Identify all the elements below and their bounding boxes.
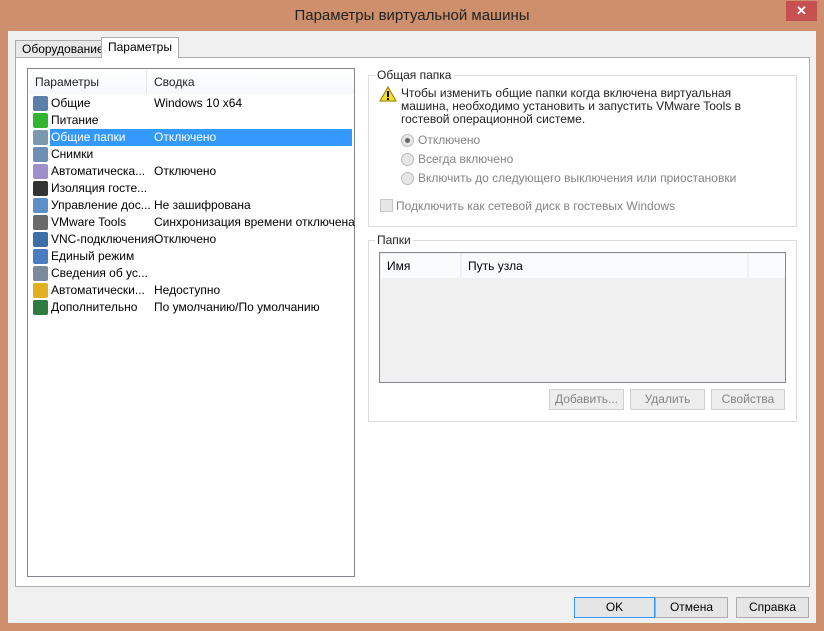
item-summary: Windows 10 x64 bbox=[154, 96, 243, 110]
column-header-host-path[interactable]: Путь узла bbox=[462, 254, 748, 278]
window-title: Параметры виртуальной машины bbox=[294, 7, 530, 24]
item-summary: Не зашифрована bbox=[154, 198, 251, 212]
radio-button[interactable] bbox=[401, 153, 414, 166]
list-item[interactable]: VMware Tools Синхронизация времени отключ… bbox=[32, 214, 355, 231]
properties-button[interactable]: Свойства bbox=[711, 389, 785, 410]
list-item[interactable]: Автоматическа... Отключено bbox=[32, 163, 354, 180]
list-item[interactable]: Управление дос... Не зашифрована bbox=[32, 197, 354, 214]
vmware-icon bbox=[33, 215, 48, 230]
appliance-info-icon bbox=[33, 266, 48, 281]
item-name: Автоматическа... bbox=[51, 164, 146, 178]
column-header-settings[interactable]: Параметры bbox=[29, 70, 147, 94]
group-legend: Папки bbox=[375, 233, 413, 247]
advanced-icon bbox=[33, 300, 48, 315]
help-button[interactable]: Справка bbox=[736, 597, 809, 618]
ok-button[interactable]: OK bbox=[574, 597, 655, 618]
list-item[interactable]: Изоляция госте... bbox=[32, 180, 354, 197]
column-header-filler bbox=[749, 254, 785, 278]
settings-list[interactable]: Параметры Сводка Общие Windows 10 x64 Пита… bbox=[27, 68, 355, 577]
item-name: Изоляция госте... bbox=[51, 181, 148, 195]
monitor-icon bbox=[33, 96, 48, 111]
warning-text-line: гостевой операционной системе. bbox=[401, 112, 586, 126]
close-button[interactable]: ✕ bbox=[786, 1, 817, 21]
radio-label: Отключено bbox=[418, 133, 481, 147]
checkbox-label: Подключить как сетевой диск в гостевых W… bbox=[396, 199, 676, 213]
item-name: VNC-подключения bbox=[51, 232, 155, 246]
warning-icon bbox=[379, 86, 397, 102]
snapshot-clock-icon bbox=[33, 147, 48, 162]
item-name: Общие bbox=[51, 96, 91, 110]
list-item[interactable]: Общие Windows 10 x64 bbox=[32, 95, 354, 112]
item-name: Сведения об ус... bbox=[51, 266, 148, 280]
item-name: Дополнительно bbox=[51, 300, 138, 314]
autoprotect-icon bbox=[33, 164, 48, 179]
item-summary: По умолчанию/По умолчанию bbox=[154, 300, 320, 314]
cancel-button[interactable]: Отмена bbox=[655, 597, 728, 618]
item-name: Управление дос... bbox=[51, 198, 151, 212]
radio-label: Всегда включено bbox=[418, 152, 514, 166]
list-item[interactable]: Сведения об ус... bbox=[32, 265, 354, 282]
item-summary: Отключено bbox=[154, 130, 217, 144]
lock-icon bbox=[33, 181, 48, 196]
folder-icon bbox=[33, 130, 48, 145]
tab-hardware[interactable]: Оборудование bbox=[15, 40, 111, 57]
item-name: Снимки bbox=[51, 147, 94, 161]
list-item[interactable]: Общие папки Отключено bbox=[32, 129, 354, 146]
add-button[interactable]: Добавить... bbox=[549, 389, 624, 410]
shared-folder-group: Общая папка Чтобы изменить общие папки к… bbox=[368, 68, 797, 227]
play-icon bbox=[33, 113, 48, 128]
item-name: Общие папки bbox=[51, 130, 126, 144]
list-item[interactable]: Дополнительно По умолчанию/По умолчанию bbox=[32, 299, 354, 316]
list-item[interactable]: Единый режим bbox=[32, 248, 354, 265]
item-name: VMware Tools bbox=[51, 215, 127, 229]
item-name: Автоматически... bbox=[51, 283, 145, 297]
remove-button[interactable]: Удалить bbox=[630, 389, 705, 410]
item-summary: Синхронизация времени отключена bbox=[154, 215, 355, 229]
item-summary: Отключено bbox=[154, 164, 217, 178]
tab-options[interactable]: Параметры bbox=[101, 37, 179, 58]
list-item[interactable]: VNC-подключения Отключено bbox=[32, 231, 354, 248]
item-name: Питание bbox=[51, 113, 99, 127]
list-item[interactable]: Питание bbox=[32, 112, 354, 129]
radio-button[interactable] bbox=[401, 134, 414, 147]
radio-label: Включить до следующего выключения или пр… bbox=[418, 171, 737, 185]
autologon-icon bbox=[33, 283, 48, 298]
unity-icon bbox=[33, 249, 48, 264]
list-item[interactable]: Снимки bbox=[32, 146, 354, 163]
radio-button[interactable] bbox=[401, 172, 414, 185]
access-control-icon bbox=[33, 198, 48, 213]
checkbox[interactable] bbox=[380, 199, 393, 212]
item-summary: Отключено bbox=[154, 232, 217, 246]
column-header-summary[interactable]: Сводка bbox=[148, 70, 354, 94]
folders-table[interactable]: Имя Путь узла bbox=[379, 252, 786, 383]
group-legend: Общая папка bbox=[375, 68, 454, 82]
item-summary: Недоступно bbox=[154, 283, 221, 297]
item-name: Единый режим bbox=[51, 249, 135, 263]
vnc-icon bbox=[33, 232, 48, 247]
folders-group: Папки Имя Путь узла Добавить... Удалить … bbox=[368, 233, 797, 422]
column-header-name[interactable]: Имя bbox=[381, 254, 461, 278]
list-item[interactable]: Автоматически... Недоступно bbox=[32, 282, 354, 299]
